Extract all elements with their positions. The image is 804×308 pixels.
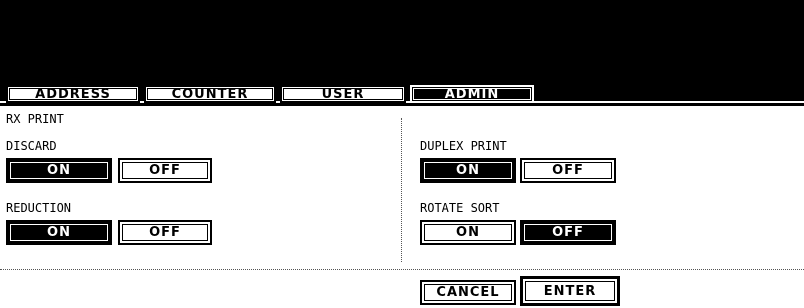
tab-address[interactable]: ADDRESS	[6, 85, 140, 103]
tab-counter[interactable]: COUNTER	[144, 85, 276, 103]
tab-admin[interactable]: ADMIN	[410, 85, 534, 103]
discard-label: DISCARD	[6, 139, 57, 153]
cancel-button[interactable]: CANCEL	[420, 280, 516, 305]
column-divider	[401, 118, 402, 262]
rotate-sort-label: ROTATE SORT	[420, 201, 500, 215]
duplex-print-off-button[interactable]: OFF	[520, 158, 616, 183]
discard-off-button[interactable]: OFF	[118, 158, 212, 183]
tab-user[interactable]: USER	[280, 85, 406, 103]
duplex-print-on-button[interactable]: ON	[420, 158, 516, 183]
section-title: RX PRINT	[6, 112, 64, 126]
footer-divider	[0, 269, 804, 270]
reduction-on-button[interactable]: ON	[6, 220, 112, 245]
rotate-sort-off-button[interactable]: OFF	[520, 220, 616, 245]
reduction-label: REDUCTION	[6, 201, 72, 215]
duplex-print-label: DUPLEX PRINT	[420, 139, 507, 153]
reduction-off-button[interactable]: OFF	[118, 220, 212, 245]
discard-on-button[interactable]: ON	[6, 158, 112, 183]
rotate-sort-on-button[interactable]: ON	[420, 220, 516, 245]
enter-button[interactable]: ENTER	[520, 276, 620, 306]
tab-divider	[0, 103, 804, 106]
